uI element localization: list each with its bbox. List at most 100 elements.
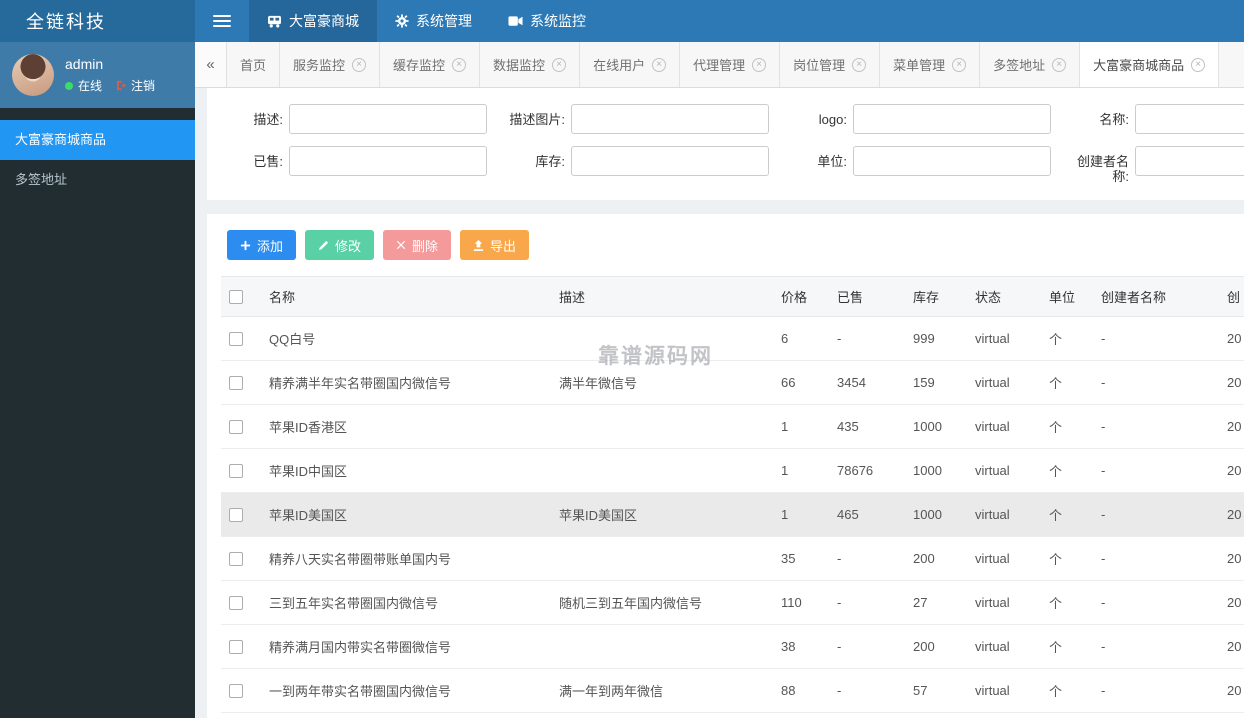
- row-checkbox[interactable]: [229, 508, 243, 523]
- search-input-sold[interactable]: [289, 146, 487, 176]
- table-cell: 个: [1041, 580, 1093, 625]
- logout-button[interactable]: 注销: [116, 77, 155, 94]
- add-button-label: 添加: [257, 238, 284, 254]
- table-cell: 满一年到两年微信: [551, 668, 773, 713]
- tab-close-icon[interactable]: ×: [1052, 57, 1067, 72]
- row-checkbox[interactable]: [229, 596, 243, 611]
- sidebar-menu: 大富豪商城商品 多签地址: [0, 120, 195, 200]
- table-row[interactable]: 精养八天实名带圈带账单国内号 35-200 virtual 个 -20: [221, 536, 1244, 581]
- table-head-row: 名称 描述 价格 已售 库存 状态 单位 创建者名称创: [221, 276, 1244, 317]
- row-checkbox-cell: [221, 448, 261, 493]
- row-checkbox[interactable]: [229, 640, 243, 655]
- search-label-name: 名称:: [1099, 112, 1129, 127]
- delete-button[interactable]: 删除: [383, 230, 452, 260]
- row-checkbox[interactable]: [229, 464, 243, 479]
- tab-label: 缓存监控: [393, 58, 446, 73]
- tab-数据监控[interactable]: 数据监控 ×: [480, 42, 581, 87]
- table-cell: 个: [1041, 712, 1093, 718]
- search-input-desc-image[interactable]: [571, 104, 769, 134]
- table-row[interactable]: 苹果ID中国区 1 78676 1000 virtual 个 -20: [221, 448, 1244, 493]
- table-row[interactable]: 三到五年实名带圈国内微信号 随机三到五年国内微信号 110-27 virtual 个 -2…: [221, 580, 1244, 625]
- search-input-creator-name[interactable]: [1135, 146, 1244, 176]
- table-cell: 999: [905, 316, 967, 361]
- export-button[interactable]: 导出: [460, 230, 530, 260]
- table-row[interactable]: 精养满半年实名带圈国内微信号 满半年微信号 66 3454 159 virtual 个 -20: [221, 360, 1244, 405]
- tab-缓存监控[interactable]: 缓存监控 ×: [380, 42, 481, 87]
- row-checkbox[interactable]: [229, 376, 243, 391]
- table-cell: 散信号: [261, 712, 551, 718]
- row-checkbox-cell: [221, 316, 261, 361]
- row-checkbox-cell: [221, 668, 261, 713]
- search-input-desc[interactable]: [289, 104, 487, 134]
- tab-close-icon[interactable]: ×: [652, 57, 667, 72]
- column-header: 状态: [967, 276, 1041, 317]
- table-cell: 66: [773, 360, 829, 405]
- monitor-icon: [508, 15, 523, 27]
- sidebar-item-multisig-address[interactable]: 多签地址: [0, 160, 195, 200]
- tab-close-icon[interactable]: ×: [852, 57, 867, 72]
- tab-在线用户[interactable]: 在线用户 ×: [580, 42, 681, 87]
- tab-close-icon[interactable]: ×: [352, 57, 367, 72]
- tab-close-icon[interactable]: ×: [952, 57, 967, 72]
- table-row[interactable]: 精养满月国内带实名带圈微信号 38-200 virtual 个 -20: [221, 624, 1244, 669]
- edit-button-label: 修改: [335, 238, 362, 254]
- table-cell: 57: [905, 668, 967, 713]
- table-cell: virtual: [967, 448, 1041, 493]
- tab-岗位管理[interactable]: 岗位管理 ×: [780, 42, 881, 87]
- table-cell: -: [1093, 316, 1219, 361]
- toolbar: 添加 修改 删除 导出: [227, 230, 1244, 260]
- table-cell: 110: [773, 580, 829, 625]
- table-cell: 20: [1219, 712, 1244, 718]
- search-label-sold: 已售:: [253, 154, 283, 169]
- table-cell: virtual: [967, 580, 1041, 625]
- search-input-name[interactable]: [1135, 104, 1244, 134]
- table-cell: virtual: [967, 360, 1041, 405]
- search-input-logo[interactable]: [853, 104, 1051, 134]
- table-row[interactable]: 散信号随机两到三年国内微信100-46virtual个-20: [221, 712, 1244, 718]
- column-header: 单位: [1041, 276, 1093, 317]
- tab-大富豪商城商品[interactable]: 大富豪商城商品 ×: [1080, 42, 1220, 87]
- tab-label: 菜单管理: [893, 58, 946, 73]
- sidebar-toggle-button[interactable]: [195, 0, 249, 42]
- tab-close-icon[interactable]: ×: [452, 57, 467, 72]
- search-field-stock: 库存:: [501, 146, 783, 184]
- table-cell: 78676: [829, 448, 905, 493]
- add-button[interactable]: 添加: [227, 230, 297, 260]
- table-row[interactable]: 苹果ID美国区 苹果ID美国区 1 465 1000 virtual 个 -20: [221, 492, 1244, 537]
- tab-close-icon[interactable]: ×: [552, 57, 567, 72]
- table-row[interactable]: 苹果ID香港区 1 435 1000 virtual 个 -20: [221, 404, 1244, 449]
- table-body: QQ白号 6-999 virtual 个 -20 精养满半年实名带圈国内微信号 满半年微信号…: [221, 316, 1244, 718]
- select-all-checkbox[interactable]: [229, 290, 243, 305]
- tab-多签地址[interactable]: 多签地址 ×: [980, 42, 1081, 87]
- row-checkbox[interactable]: [229, 552, 243, 567]
- tab-服务监控[interactable]: 服务监控 ×: [280, 42, 381, 87]
- sidebar-item-mall-goods[interactable]: 大富豪商城商品: [0, 120, 195, 160]
- tab-代理管理[interactable]: 代理管理 ×: [680, 42, 781, 87]
- tab-close-icon[interactable]: ×: [752, 57, 767, 72]
- table-cell: 一到两年带实名带圈国内微信号: [261, 668, 551, 713]
- search-label-desc-image: 描述图片:: [509, 112, 565, 127]
- tab-scroll-left-button[interactable]: «: [195, 42, 227, 87]
- row-checkbox[interactable]: [229, 684, 243, 699]
- nav-item-mall[interactable]: 大富豪商城: [249, 0, 377, 42]
- online-status-label: 在线: [78, 79, 103, 93]
- search-label-unit: 单位:: [817, 154, 847, 169]
- edit-button[interactable]: 修改: [305, 230, 375, 260]
- nav-item-system-monitor[interactable]: 系统监控: [490, 0, 604, 42]
- nav-item-system-manage[interactable]: 系统管理: [377, 0, 490, 42]
- table-row[interactable]: 一到两年带实名带圈国内微信号 满一年到两年微信 88-57 virtual 个 -20: [221, 668, 1244, 713]
- table-cell: 1: [773, 404, 829, 449]
- table-cell: [551, 316, 773, 361]
- search-input-unit[interactable]: [853, 146, 1051, 176]
- row-checkbox[interactable]: [229, 420, 243, 435]
- tab-菜单管理[interactable]: 菜单管理 ×: [880, 42, 981, 87]
- row-checkbox[interactable]: [229, 332, 243, 347]
- table-cell: -: [1093, 668, 1219, 713]
- tab-首页[interactable]: 首页: [227, 42, 281, 87]
- tab-label: 首页: [240, 58, 267, 73]
- table-cell: -: [1093, 624, 1219, 669]
- table-cell: 苹果ID中国区: [261, 448, 551, 493]
- tab-close-icon[interactable]: ×: [1191, 57, 1206, 72]
- table-row[interactable]: QQ白号 6-999 virtual 个 -20: [221, 316, 1244, 361]
- search-input-stock[interactable]: [571, 146, 769, 176]
